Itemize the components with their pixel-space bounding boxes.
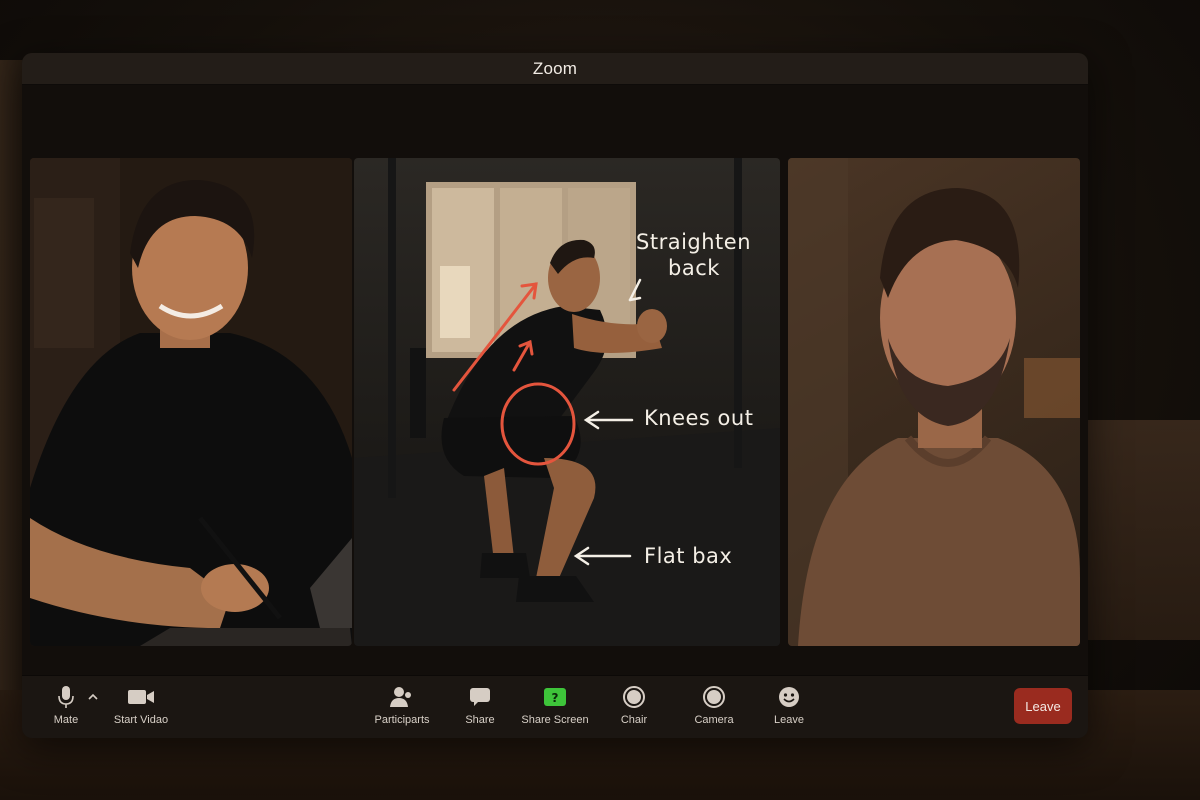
chat-button[interactable]: Chair: [618, 684, 650, 732]
reactions-button[interactable]: Leave: [772, 684, 806, 732]
participants-label: Participarts: [374, 714, 430, 726]
share-screen-label: Share Screen: [521, 714, 589, 726]
share-button[interactable]: Share: [462, 684, 498, 732]
desktop-scene: Zoom Straighten back Knees out Flat bax …: [0, 0, 1200, 800]
record-circle-icon: [620, 684, 648, 710]
share-screen-icon: ?: [541, 684, 569, 710]
microphone-icon: [52, 684, 80, 710]
annotation-knees-out: Knees out: [644, 406, 754, 430]
svg-text:?: ?: [552, 691, 559, 705]
client-video-frame: [788, 158, 1080, 646]
start-video-label: Start Vidao: [113, 714, 169, 726]
leave-meeting-button[interactable]: Leave: [1014, 688, 1072, 724]
chevron-up-icon[interactable]: [86, 690, 100, 704]
leave-button-label: Leave: [1025, 698, 1061, 714]
participant-video-squat-demo[interactable]: Straighten back Knees out Flat bax: [354, 158, 780, 646]
start-video-button[interactable]: Start Vidao: [110, 684, 172, 732]
title-bar[interactable]: Zoom: [22, 53, 1088, 85]
video-camera-icon: [127, 684, 155, 710]
annotation-straighten-line1: Straighten: [636, 230, 752, 254]
camera-button[interactable]: Camera: [692, 684, 736, 732]
video-gallery: Straighten back Knees out Flat bax: [22, 85, 1088, 675]
mute-button[interactable]: Mate: [46, 684, 86, 732]
chat-bubble-icon: [466, 684, 494, 710]
mute-label: Mate: [53, 714, 79, 726]
meeting-toolbar: Mate Start Vidao Participarts Share ? Sh…: [22, 675, 1088, 738]
share-screen-button[interactable]: ? Share Screen: [521, 684, 589, 732]
coach-video-frame: [30, 158, 352, 646]
share-label: Share: [465, 714, 495, 726]
participants-icon: [388, 684, 416, 710]
participant-video-client[interactable]: [788, 158, 1080, 646]
camera-label: Camera: [694, 714, 734, 726]
participant-video-coach[interactable]: [30, 158, 352, 646]
annotation-flat-back: Flat bax: [644, 544, 733, 568]
window-title: Zoom: [532, 58, 578, 78]
participants-button[interactable]: Participarts: [374, 684, 430, 732]
annotation-straighten-line2: back: [668, 256, 720, 280]
emoji-icon: [775, 684, 803, 710]
record-circle-icon: [700, 684, 728, 710]
reactions-label: Leave: [774, 714, 804, 726]
chat-label: Chair: [620, 714, 648, 726]
zoom-window: Zoom Straighten back Knees out Flat bax …: [22, 53, 1088, 738]
